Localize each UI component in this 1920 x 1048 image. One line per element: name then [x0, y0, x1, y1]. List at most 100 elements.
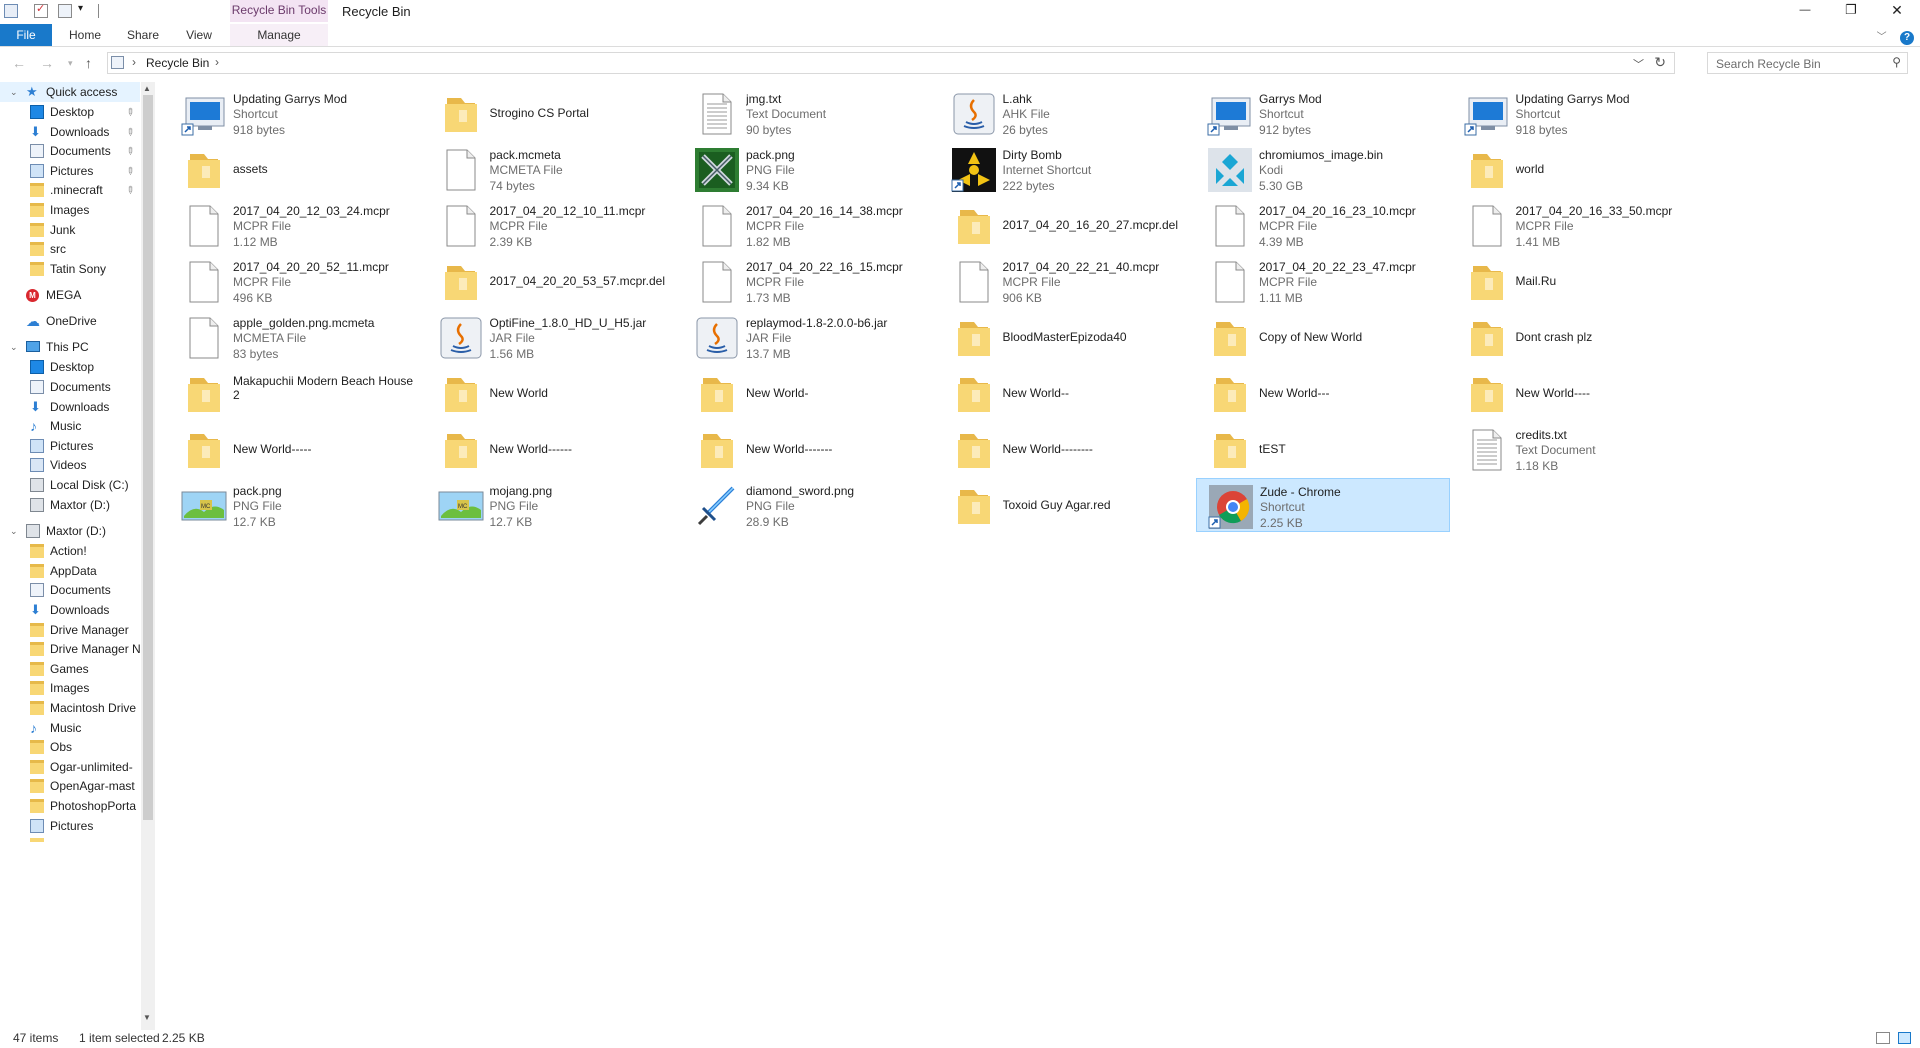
nav-quick-item[interactable]: .minecraft ✎ — [0, 180, 140, 200]
file-item[interactable]: MC mojang.png PNG File 12.7 KB — [427, 478, 681, 532]
file-item[interactable]: New World---- — [1453, 366, 1707, 420]
pin-icon[interactable]: ✎ — [119, 123, 139, 143]
nav-quick-item[interactable]: Junk — [0, 220, 140, 240]
file-item[interactable]: Dirty Bomb Internet Shortcut 222 bytes — [940, 142, 1194, 196]
file-item[interactable]: apple_golden.png.mcmeta MCMETA File 83 byt… — [170, 310, 424, 364]
file-item[interactable]: Updating Garrys Mod Shortcut 918 bytes — [1453, 86, 1707, 140]
search-icon[interactable]: ⚲ — [1892, 55, 1901, 69]
file-item[interactable]: pack.png PNG File 9.34 KB — [683, 142, 937, 196]
nav-maxtor-item[interactable]: Games — [0, 659, 140, 679]
nav-onedrive[interactable]: ☁ OneDrive — [0, 311, 140, 331]
file-item[interactable]: tEST — [1196, 422, 1450, 476]
file-item[interactable]: Dont crash plz — [1453, 310, 1707, 364]
nav-pc-item[interactable]: Local Disk (C:) — [0, 475, 140, 495]
tab-view[interactable]: View — [174, 24, 224, 46]
file-item[interactable]: pack.mcmeta MCMETA File 74 bytes — [427, 142, 681, 196]
pin-icon[interactable]: ✎ — [119, 103, 139, 123]
file-item[interactable]: replaymod-1.8-2.0.0-b6.jar JAR File 13.7 M… — [683, 310, 937, 364]
file-item[interactable]: Zude - Chrome Shortcut 2.25 KB — [1196, 478, 1450, 532]
nav-mega[interactable]: M MEGA — [0, 285, 140, 305]
file-item[interactable]: 2017_04_20_16_14_38.mcpr MCPR File 1.82 MB — [683, 198, 937, 252]
minimize-button[interactable]: — — [1782, 0, 1828, 22]
nav-pc-item[interactable]: ⬇ Downloads — [0, 397, 140, 417]
back-arrow-icon[interactable]: ← — [12, 55, 26, 71]
nav-maxtor-item[interactable]: Images — [0, 678, 140, 698]
file-item[interactable]: Garrys Mod Shortcut 912 bytes — [1196, 86, 1450, 140]
file-item[interactable]: L.ahk AHK File 26 bytes — [940, 86, 1194, 140]
file-item[interactable]: Strogino CS Portal — [427, 86, 681, 140]
file-item[interactable]: New World- — [683, 366, 937, 420]
nav-maxtor-item[interactable]: ♪ Music — [0, 718, 140, 738]
file-item[interactable]: MC pack.png PNG File 12.7 KB — [170, 478, 424, 532]
file-item[interactable]: New World------ — [427, 422, 681, 476]
nav-maxtor-item[interactable]: Drive Manager — [0, 620, 140, 640]
nav-quick-item[interactable]: Desktop ✎ — [0, 102, 140, 122]
forward-arrow-icon[interactable]: → — [40, 55, 54, 71]
nav-quick-item[interactable]: src — [0, 239, 140, 259]
breadcrumb-separator-icon[interactable]: › — [215, 55, 219, 69]
file-item[interactable]: New World-- — [940, 366, 1194, 420]
nav-pc-item[interactable]: Pictures — [0, 436, 140, 456]
file-item[interactable]: 2017_04_20_12_10_11.mcpr MCPR File 2.39 KB — [427, 198, 681, 252]
nav-maxtor-item[interactable]: PhotoshopPorta — [0, 796, 140, 816]
restore-button[interactable]: ❐ — [1828, 0, 1874, 22]
file-item[interactable]: diamond_sword.png PNG File 28.9 KB — [683, 478, 937, 532]
details-view-icon[interactable] — [1876, 1032, 1890, 1044]
pin-icon[interactable]: ✎ — [119, 142, 139, 162]
file-item[interactable]: 2017_04_20_22_21_40.mcpr MCPR File 906 KB — [940, 254, 1194, 308]
file-item[interactable]: 2017_04_20_16_23_10.mcpr MCPR File 4.39 MB — [1196, 198, 1450, 252]
nav-maxtor-item[interactable]: Pictures — [0, 816, 140, 836]
nav-scroll-up-icon[interactable]: ▲ — [143, 84, 151, 93]
pin-icon[interactable]: ✎ — [119, 181, 139, 201]
nav-scroll-down-icon[interactable]: ▼ — [143, 1013, 151, 1022]
nav-maxtor-item[interactable] — [30, 835, 44, 843]
nav-maxtor-item[interactable]: ⬇ Downloads — [0, 600, 140, 620]
nav-pc-item[interactable]: Videos — [0, 455, 140, 475]
large-icons-view-icon[interactable] — [1898, 1032, 1911, 1044]
file-item[interactable]: 2017_04_20_12_03_24.mcpr MCPR File 1.12 MB — [170, 198, 424, 252]
quick-access[interactable]: ⌄ ★ Quick access — [0, 82, 140, 102]
file-item[interactable]: Updating Garrys Mod Shortcut 918 bytes — [170, 86, 424, 140]
nav-maxtor-item[interactable]: Ogar-unlimited- — [0, 757, 140, 777]
nav-quick-item[interactable]: Documents ✎ — [0, 141, 140, 161]
nav-quick-item[interactable]: Tatin Sony — [0, 259, 140, 279]
tab-home[interactable]: Home — [60, 24, 110, 46]
file-item[interactable]: 2017_04_20_16_20_27.mcpr.del — [940, 198, 1194, 252]
expand-chevron-icon[interactable]: ⌄ — [10, 337, 18, 357]
file-item[interactable]: jmg.txt Text Document 90 bytes — [683, 86, 937, 140]
address-dropdown-chevron-icon[interactable]: ﹀ — [1633, 56, 1644, 72]
recent-locations-chevron-icon[interactable]: ▾ — [68, 58, 73, 69]
file-item[interactable]: chromiumos_image.bin Kodi 5.30 GB — [1196, 142, 1450, 196]
recycle-bin-app-icon[interactable] — [4, 4, 18, 18]
nav-quick-item[interactable]: Images — [0, 200, 140, 220]
tab-manage[interactable]: Manage — [230, 24, 328, 46]
search-box[interactable]: ⚲ — [1707, 52, 1908, 74]
nav-pc-item[interactable]: Desktop — [0, 357, 140, 377]
file-item[interactable]: 2017_04_20_20_53_57.mcpr.del — [427, 254, 681, 308]
search-input[interactable] — [1714, 56, 1888, 72]
file-item[interactable]: OptiFine_1.8.0_HD_U_H5.jar JAR File 1.56 M… — [427, 310, 681, 364]
file-item[interactable]: credits.txt Text Document 1.18 KB — [1453, 422, 1707, 476]
file-item[interactable]: Toxoid Guy Agar.red — [940, 478, 1194, 532]
customize-qat-chevron-icon[interactable]: ▾ — [78, 3, 83, 14]
expand-chevron-icon[interactable]: ⌄ — [10, 521, 18, 541]
file-item[interactable]: world — [1453, 142, 1707, 196]
file-item[interactable]: New World-------- — [940, 422, 1194, 476]
nav-scrollbar-thumb[interactable] — [143, 95, 153, 820]
file-item[interactable]: 2017_04_20_16_33_50.mcpr MCPR File 1.41 MB — [1453, 198, 1707, 252]
file-item[interactable]: 2017_04_20_22_16_15.mcpr MCPR File 1.73 MB — [683, 254, 937, 308]
nav-maxtor-item[interactable]: AppData — [0, 561, 140, 581]
properties-icon[interactable]: ✓ — [34, 3, 48, 18]
tab-share[interactable]: Share — [118, 24, 168, 46]
nav-maxtor-item[interactable]: OpenAgar-mast — [0, 776, 140, 796]
file-item[interactable]: New World----- — [170, 422, 424, 476]
help-icon[interactable]: ? — [1900, 31, 1914, 45]
file-item[interactable]: 2017_04_20_22_23_47.mcpr MCPR File 1.11 MB — [1196, 254, 1450, 308]
address-bar[interactable]: › Recycle Bin › ﹀ ↻ — [107, 52, 1675, 74]
file-item[interactable]: Copy of New World — [1196, 310, 1450, 364]
nav-maxtor-item[interactable]: Drive Manager N — [0, 639, 141, 659]
nav-this-pc[interactable]: ⌄ This PC — [0, 337, 140, 357]
nav-maxtor-item[interactable]: Action! — [0, 541, 140, 561]
nav-pc-item[interactable]: Maxtor (D:) — [0, 495, 140, 515]
file-item[interactable]: New World--- — [1196, 366, 1450, 420]
